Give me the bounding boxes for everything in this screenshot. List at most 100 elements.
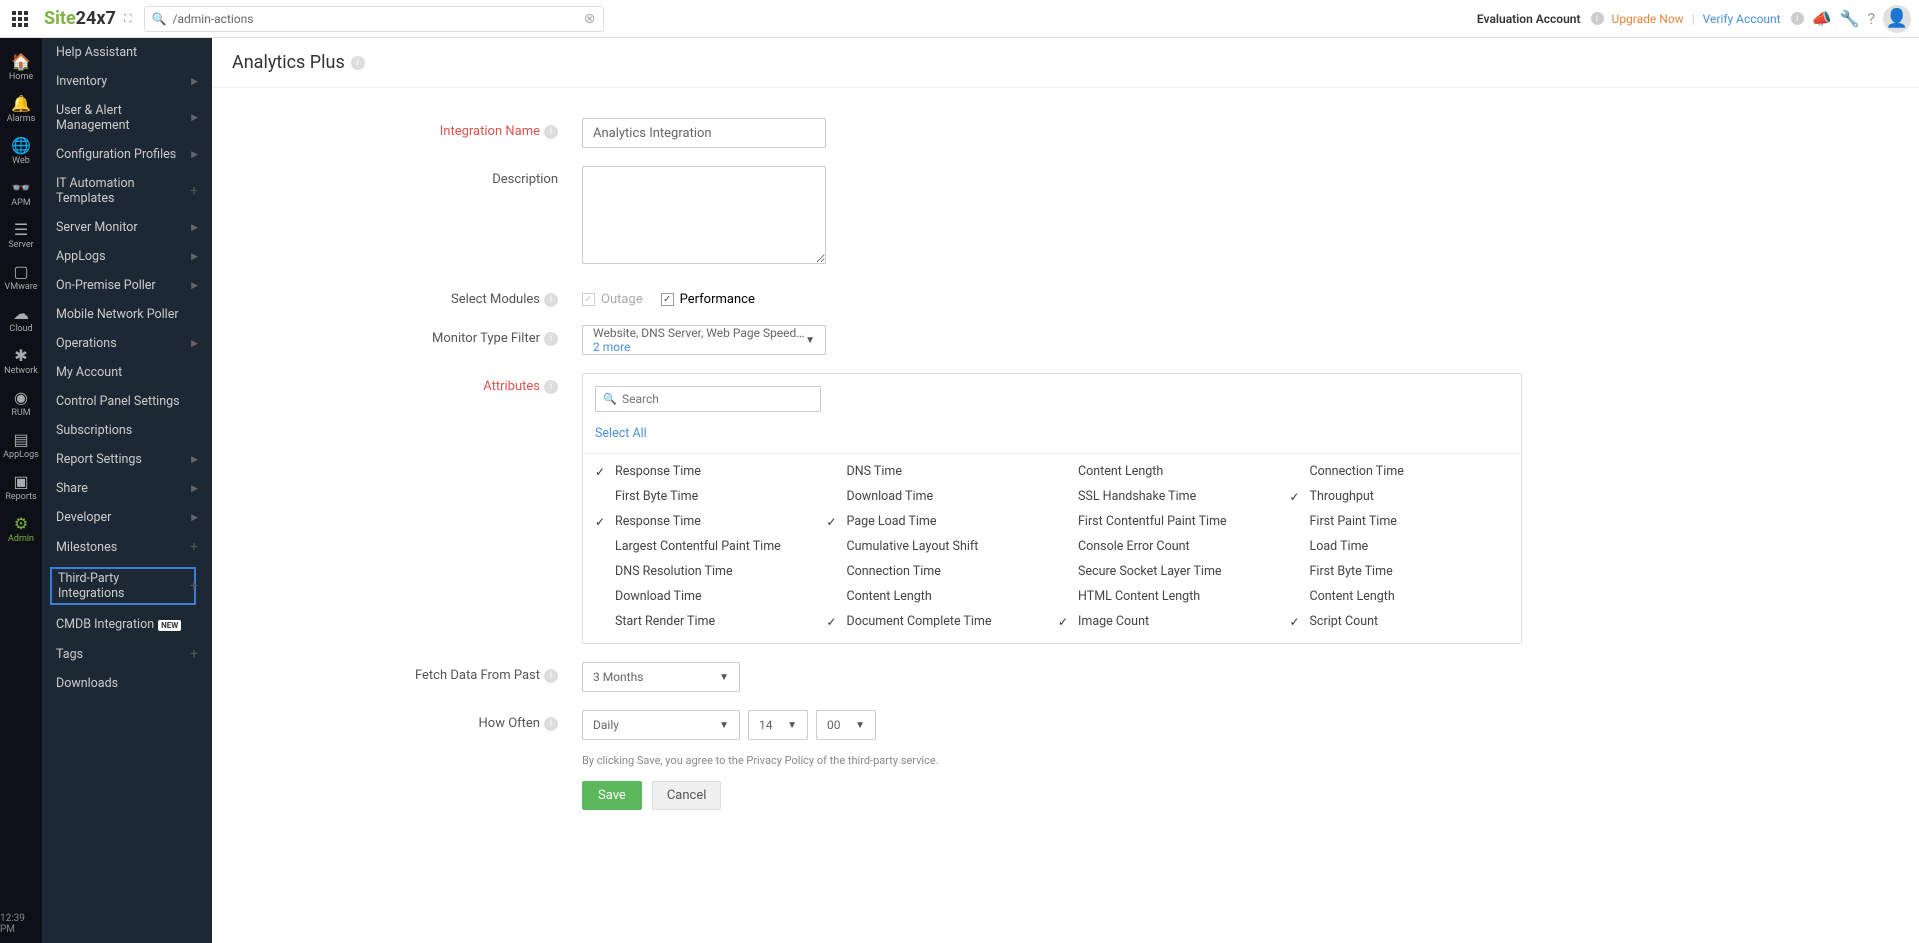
cancel-button[interactable]: Cancel <box>652 781 722 810</box>
attribute-option[interactable]: ✓Load Time <box>1290 537 1510 556</box>
plus-icon[interactable]: + <box>190 183 198 199</box>
attributes-label: Attributes i <box>272 373 582 394</box>
attribute-option[interactable]: ✓Largest Contentful Paint Time <box>595 537 815 556</box>
attribute-option[interactable]: ✓First Byte Time <box>1290 562 1510 581</box>
sidebar-item-my-account[interactable]: My Account <box>42 358 212 387</box>
rail-item-network[interactable]: ✱Network <box>0 340 42 382</box>
attribute-option[interactable]: ✓Throughput <box>1290 487 1510 506</box>
sidebar-item-operations[interactable]: Operations▶ <box>42 329 212 358</box>
plus-icon[interactable]: + <box>190 539 198 555</box>
tools-icon[interactable]: 🔧 <box>1840 9 1860 28</box>
attribute-option[interactable]: ✓Content Length <box>1058 462 1278 481</box>
info-icon[interactable]: i <box>544 669 558 683</box>
select-all-link[interactable]: Select All <box>595 426 647 441</box>
hour-dropdown[interactable]: 14 ▼ <box>748 710 808 740</box>
sidebar-item-share[interactable]: Share▶ <box>42 474 212 503</box>
sidebar-item-control-panel-settings[interactable]: Control Panel Settings <box>42 387 212 416</box>
rail-item-vmware[interactable]: ▢VMware <box>0 256 42 298</box>
sidebar-item-configuration-profiles[interactable]: Configuration Profiles▶ <box>42 140 212 169</box>
rail-item-web[interactable]: 🌐Web <box>0 130 42 172</box>
attribute-option[interactable]: ✓Secure Socket Layer Time <box>1058 562 1278 581</box>
info-icon[interactable]: i <box>1591 12 1604 25</box>
home-icon: 🏠 <box>11 52 31 70</box>
sidebar-item-mobile-network-poller[interactable]: Mobile Network Poller <box>42 300 212 329</box>
attribute-option[interactable]: ✓Script Count <box>1290 612 1510 631</box>
attribute-option[interactable]: ✓Download Time <box>827 487 1047 506</box>
minute-dropdown[interactable]: 00 ▼ <box>816 710 876 740</box>
plus-icon[interactable]: + <box>190 646 198 662</box>
rail-item-rum[interactable]: ◉RUM <box>0 382 42 424</box>
fetch-data-dropdown[interactable]: 3 Months ▼ <box>582 662 740 692</box>
attribute-option[interactable]: ✓DNS Time <box>827 462 1047 481</box>
attribute-option[interactable]: ✓Content Length <box>827 587 1047 606</box>
info-icon[interactable]: i <box>1791 12 1804 25</box>
attribute-option[interactable]: ✓Page Load Time <box>827 512 1047 531</box>
sidebar-item-third-party-integrations[interactable]: Third-Party Integrations+ <box>42 562 212 610</box>
sidebar-item-it-automation-templates[interactable]: IT Automation Templates+ <box>42 169 212 213</box>
sidebar-item-downloads[interactable]: Downloads <box>42 669 212 698</box>
sidebar-item-report-settings[interactable]: Report Settings▶ <box>42 445 212 474</box>
attribute-option[interactable]: ✓Console Error Count <box>1058 537 1278 556</box>
sidebar-item-help-assistant[interactable]: Help Assistant <box>42 38 212 67</box>
attribute-option[interactable]: ✓First Contentful Paint Time <box>1058 512 1278 531</box>
apps-menu-icon[interactable] <box>8 7 32 31</box>
expand-icon[interactable]: ⛶ <box>124 12 132 26</box>
attribute-option[interactable]: ✓Start Render Time <box>595 612 815 631</box>
sidebar-item-inventory[interactable]: Inventory▶ <box>42 67 212 96</box>
attribute-option[interactable]: ✓Content Length <box>1290 587 1510 606</box>
announcement-icon[interactable]: 📣 <box>1812 9 1832 28</box>
rail-item-admin[interactable]: ⚙Admin <box>0 508 42 550</box>
attribute-option[interactable]: ✓Download Time <box>595 587 815 606</box>
attribute-option[interactable]: ✓Image Count <box>1058 612 1278 631</box>
performance-checkbox[interactable]: Performance <box>661 292 755 307</box>
save-button[interactable]: Save <box>582 781 642 810</box>
info-icon[interactable]: i <box>544 125 558 139</box>
user-avatar[interactable]: 👤 <box>1883 5 1911 33</box>
monitor-type-filter-dropdown[interactable]: Website, DNS Server, Web Page Speed…2 mo… <box>582 325 826 355</box>
rail-item-apm[interactable]: 👓APM <box>0 172 42 214</box>
info-icon[interactable]: i <box>544 293 558 307</box>
clear-search-icon[interactable]: ⊗ <box>584 11 596 27</box>
info-icon[interactable]: i <box>544 332 558 346</box>
attribute-option[interactable]: ✓Cumulative Layout Shift <box>827 537 1047 556</box>
search-input[interactable] <box>144 6 604 32</box>
sidebar-item-on-premise-poller[interactable]: On-Premise Poller▶ <box>42 271 212 300</box>
logo[interactable]: Site24x7 <box>44 8 116 29</box>
sidebar-item-developer[interactable]: Developer▶ <box>42 503 212 532</box>
attribute-option[interactable]: ✓Response Time <box>595 512 815 531</box>
attribute-option[interactable]: ✓DNS Resolution Time <box>595 562 815 581</box>
attribute-option[interactable]: ✓Connection Time <box>1290 462 1510 481</box>
attribute-option[interactable]: ✓Document Complete Time <box>827 612 1047 631</box>
help-icon[interactable]: ? <box>1867 9 1875 28</box>
sidebar-item-server-monitor[interactable]: Server Monitor▶ <box>42 213 212 242</box>
info-icon[interactable]: i <box>544 717 558 731</box>
attributes-panel: 🔍 Select All ✓Response Time✓DNS Time✓Con… <box>582 373 1522 644</box>
attributes-search-input[interactable] <box>595 386 821 412</box>
info-icon[interactable]: i <box>544 380 558 394</box>
attribute-option[interactable]: ✓HTML Content Length <box>1058 587 1278 606</box>
sidebar-item-cmdb-integration[interactable]: CMDB IntegrationNEW <box>42 610 212 639</box>
rail-item-server[interactable]: ☰Server <box>0 214 42 256</box>
description-input[interactable] <box>582 166 826 264</box>
rail-item-cloud[interactable]: ☁Cloud <box>0 298 42 340</box>
sidebar-item-user-alert-management[interactable]: User & Alert Management▶ <box>42 96 212 140</box>
attribute-option[interactable]: ✓First Byte Time <box>595 487 815 506</box>
attribute-option[interactable]: ✓Connection Time <box>827 562 1047 581</box>
sidebar-item-applogs[interactable]: AppLogs▶ <box>42 242 212 271</box>
rail-item-applogs[interactable]: ▤AppLogs <box>0 424 42 466</box>
rail-item-reports[interactable]: ▣Reports <box>0 466 42 508</box>
verify-link[interactable]: Verify Account <box>1703 12 1781 26</box>
attribute-option[interactable]: ✓SSL Handshake Time <box>1058 487 1278 506</box>
upgrade-link[interactable]: Upgrade Now <box>1612 12 1684 26</box>
frequency-dropdown[interactable]: Daily ▼ <box>582 710 740 740</box>
attribute-option[interactable]: ✓First Paint Time <box>1290 512 1510 531</box>
sidebar-item-subscriptions[interactable]: Subscriptions <box>42 416 212 445</box>
rail-item-alarms[interactable]: 🔔Alarms <box>0 88 42 130</box>
info-icon[interactable]: i <box>351 56 365 70</box>
attribute-option[interactable]: ✓Response Time <box>595 462 815 481</box>
integration-name-input[interactable] <box>582 118 826 148</box>
rail-item-home[interactable]: 🏠Home <box>0 46 42 88</box>
sidebar-item-tags[interactable]: Tags+ <box>42 639 212 669</box>
sidebar-item-milestones[interactable]: Milestones+ <box>42 532 212 562</box>
plus-icon[interactable]: + <box>190 578 198 594</box>
